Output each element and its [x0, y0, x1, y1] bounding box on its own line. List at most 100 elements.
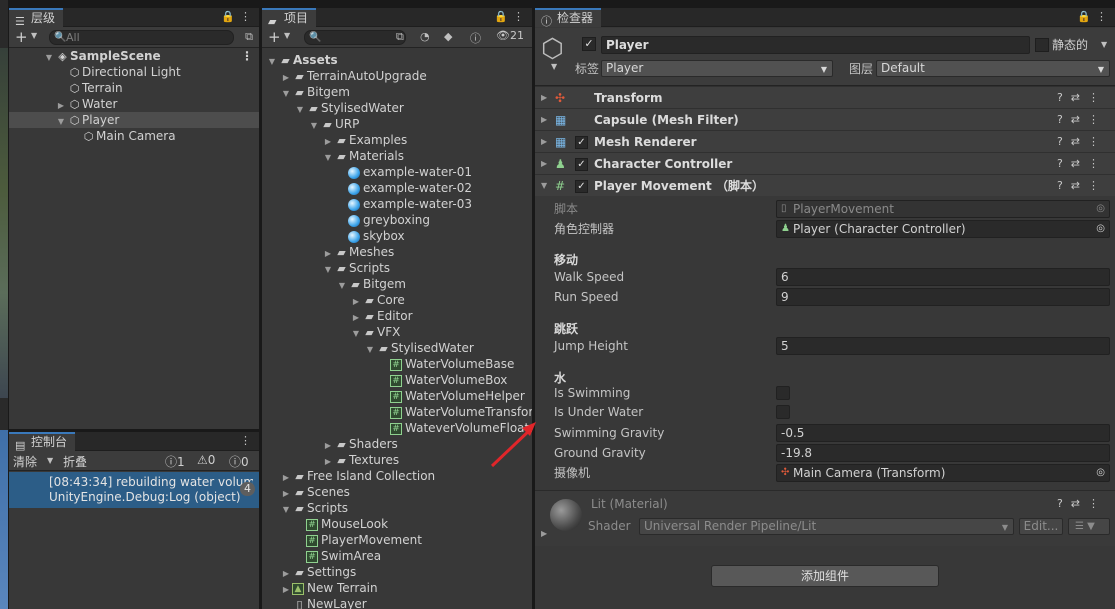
project-item[interactable]: ▯ NewLayer	[280, 596, 366, 609]
info-filter-button[interactable]: ⓘ1	[165, 453, 185, 470]
controller-field[interactable]: ♟ Player (Character Controller) ◎	[776, 220, 1110, 238]
hierarchy-search-input[interactable]: 🔍 All	[49, 30, 234, 45]
component-tools[interactable]: ?⇄⋮	[1057, 131, 1107, 153]
static-checkbox[interactable]	[1035, 38, 1049, 52]
error-filter-button[interactable]: ⓘ0	[229, 453, 249, 470]
add-icon[interactable]: +	[268, 28, 281, 46]
expand-arrow-icon[interactable]: ▼	[280, 502, 292, 518]
expand-arrow-icon[interactable]: ▼	[266, 54, 278, 70]
more-icon[interactable]: ⋮	[1096, 10, 1107, 23]
project-item[interactable]: ▼ ▰ Scripts	[322, 260, 390, 276]
project-item[interactable]: greyboxing	[336, 212, 430, 228]
project-item[interactable]: ▼ ▰ VFX	[350, 324, 400, 340]
add-component-button[interactable]: 添加组件	[711, 565, 939, 587]
chevron-down-icon[interactable]: ▼	[31, 31, 37, 40]
component-transform[interactable]: ▶ ✣ Transform ?⇄⋮	[535, 86, 1115, 108]
warning-filter-button[interactable]: ⚠0	[197, 453, 215, 467]
expand-arrow-icon[interactable]: ▼	[322, 262, 334, 278]
project-item[interactable]: # SwimArea	[294, 548, 381, 564]
component-player-movement[interactable]: ▼ # ✓ Player Movement （脚本） ?⇄⋮	[535, 174, 1115, 196]
project-item[interactable]: # WaterVolumeBase	[378, 356, 514, 372]
expand-arrow-icon[interactable]: ▶	[541, 87, 547, 109]
more-icon[interactable]: ⋮	[241, 48, 253, 64]
project-item[interactable]: ▶ ▰ Free Island Collection	[280, 468, 435, 484]
is-under-water-checkbox[interactable]	[776, 405, 790, 419]
expand-arrow-icon[interactable]: ▼	[336, 278, 348, 294]
search-options-icon[interactable]: ⧉	[396, 30, 404, 44]
chevron-down-icon[interactable]: ▼	[47, 456, 53, 465]
expand-arrow-icon[interactable]: ▶	[541, 153, 547, 175]
enabled-checkbox[interactable]: ✓	[575, 180, 588, 193]
lock-icon[interactable]: 🔒	[494, 10, 508, 23]
tab-console[interactable]: ▤ 控制台	[9, 432, 76, 452]
project-item[interactable]: ▼ ▰ Scripts	[280, 500, 348, 516]
project-item[interactable]: example-water-01	[336, 164, 472, 180]
project-item[interactable]: ▼ ▰ Bitgem	[336, 276, 406, 292]
jump-height-field[interactable]: 5	[776, 337, 1110, 355]
expand-arrow-icon[interactable]: ▼	[308, 118, 320, 134]
component-mesh-filter[interactable]: ▶ ▦ Capsule (Mesh Filter) ?⇄⋮	[535, 108, 1115, 130]
console-log-entry[interactable]: [08:43:34] rebuilding water volume " Uni…	[9, 472, 259, 508]
chevron-down-icon[interactable]: ▼	[551, 62, 557, 71]
project-item[interactable]: ▶ ▰ Settings	[280, 564, 356, 580]
material-tools[interactable]: ?⇄⋮	[1057, 497, 1107, 510]
tab-hierarchy[interactable]: ☰ 层级	[9, 8, 64, 28]
collapse-button[interactable]: 折叠	[63, 453, 87, 470]
lock-icon[interactable]: 🔒	[221, 10, 235, 23]
is-swimming-checkbox[interactable]	[776, 386, 790, 400]
walk-speed-field[interactable]: 6	[776, 268, 1110, 286]
component-mesh-renderer[interactable]: ▶ ▦ ✓ Mesh Renderer ?⇄⋮	[535, 130, 1115, 152]
object-picker-icon[interactable]: ◎	[1096, 221, 1105, 237]
project-item[interactable]: ▼ ▰ Assets	[266, 52, 338, 68]
enabled-checkbox[interactable]: ✓	[575, 158, 588, 171]
project-item[interactable]: skybox	[336, 228, 405, 244]
hierarchy-item-directional-light[interactable]: ⬡ Directional Light	[9, 64, 259, 80]
project-item[interactable]: ▼ ▰ StylisedWater	[364, 340, 474, 356]
tab-inspector[interactable]: ⓘ 检查器	[535, 8, 602, 28]
hierarchy-item-main-camera[interactable]: ⬡ Main Camera	[9, 128, 259, 144]
clear-button[interactable]: 清除	[13, 453, 37, 470]
project-item[interactable]: ▶ ▰ Scenes	[280, 484, 350, 500]
project-item[interactable]: ▶ ▲ New Terrain	[280, 580, 378, 596]
project-item[interactable]: ▶ ▰ Core	[350, 292, 405, 308]
chevron-down-icon[interactable]: ▼	[284, 31, 290, 40]
shader-options-dropdown[interactable]: ☰ ▼	[1068, 518, 1110, 535]
enabled-checkbox[interactable]: ✓	[575, 136, 588, 149]
filter-by-type-icon[interactable]: ◔	[420, 30, 430, 43]
object-name-field[interactable]: Player	[601, 36, 1030, 54]
expand-arrow-icon[interactable]: ▼	[350, 326, 362, 342]
project-item[interactable]: ▶ ▰ Examples	[322, 132, 407, 148]
swimming-gravity-field[interactable]: -0.5	[776, 424, 1110, 442]
project-item[interactable]: ▼ ▰ StylisedWater	[294, 100, 404, 116]
log-filter-icon[interactable]: ⓘ	[470, 30, 481, 46]
expand-arrow-icon[interactable]: ▶	[541, 131, 547, 153]
component-tools[interactable]: ?⇄⋮	[1057, 175, 1107, 197]
component-tools[interactable]: ?⇄⋮	[1057, 87, 1107, 109]
project-item[interactable]: # WaterVolumeBox	[378, 372, 507, 388]
shader-dropdown[interactable]: Universal Render Pipeline/Lit ▼	[639, 518, 1014, 535]
project-item[interactable]: ▶ ▰ TerrainAutoUpgrade	[280, 68, 427, 84]
project-item[interactable]: ▼ ▰ URP	[308, 116, 359, 132]
hierarchy-item-player[interactable]: ▼ ⬡ Player	[9, 112, 259, 128]
project-search-input[interactable]: 🔍	[304, 30, 406, 45]
more-icon[interactable]: ⋮	[240, 10, 251, 23]
component-tools[interactable]: ?⇄⋮	[1057, 109, 1107, 131]
project-item[interactable]: ▶ ▰ Textures	[322, 452, 399, 468]
ground-gravity-field[interactable]: -19.8	[776, 444, 1110, 462]
project-item[interactable]: ▼ ▰ Materials	[322, 148, 404, 164]
project-item[interactable]: # PlayerMovement	[294, 532, 422, 548]
component-character-controller[interactable]: ▶ ♟ ✓ Character Controller ?⇄⋮	[535, 152, 1115, 174]
object-picker-icon[interactable]: ◎	[1096, 465, 1105, 481]
add-icon[interactable]: +	[15, 28, 28, 46]
project-item[interactable]: ▶ ▰ Editor	[350, 308, 413, 324]
project-item[interactable]: example-water-02	[336, 180, 472, 196]
hidden-packages-button[interactable]: 👁21	[496, 29, 524, 42]
project-item[interactable]: # MouseLook	[294, 516, 388, 532]
project-item[interactable]: # WaterVolumeHelper	[378, 388, 525, 404]
expand-arrow-icon[interactable]: ▼	[364, 342, 376, 358]
expand-arrow-icon[interactable]: ▼	[541, 175, 547, 197]
scene-root[interactable]: ▼ ◈ SampleScene ⋮	[9, 48, 259, 64]
chevron-down-icon[interactable]: ▼	[1101, 40, 1107, 49]
expand-arrow-icon[interactable]: ▼	[294, 102, 306, 118]
run-speed-field[interactable]: 9	[776, 288, 1110, 306]
